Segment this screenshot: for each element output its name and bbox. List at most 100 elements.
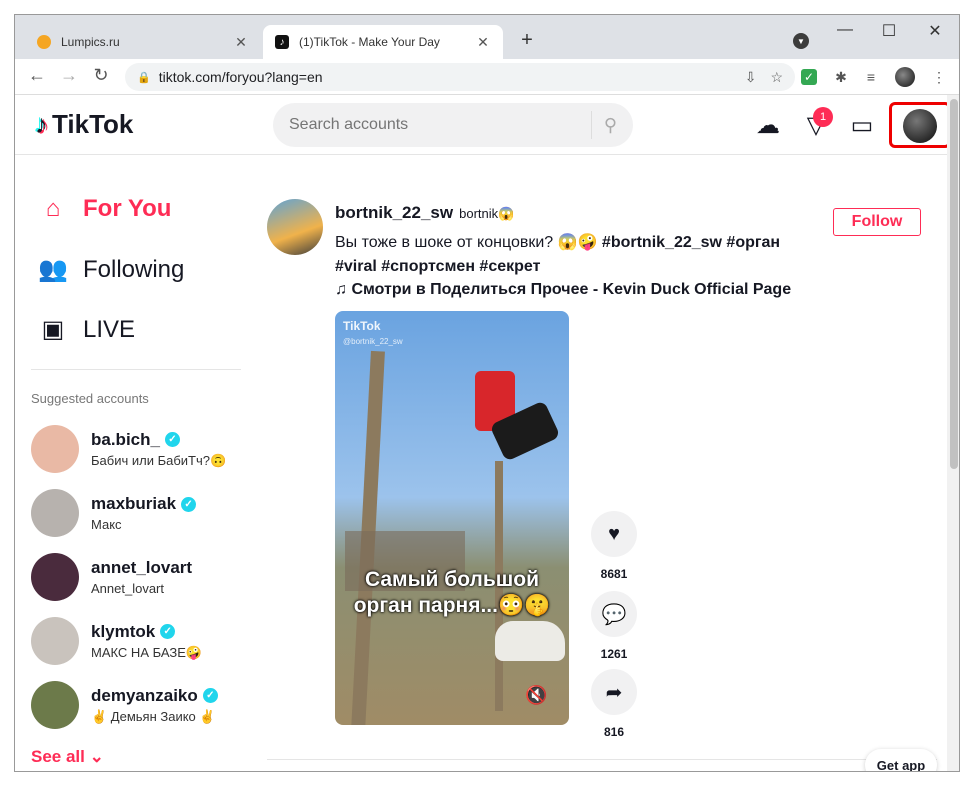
see-all-link[interactable]: See all ⌄: [31, 747, 104, 767]
tiktok-note-icon: ♪: [35, 109, 48, 139]
suggested-account[interactable]: annet_lovart Annet_lovart: [31, 549, 192, 605]
bookmark-star-icon[interactable]: ☆: [770, 69, 783, 86]
video-player[interactable]: TikTok @bortnik_22_sw Самый большой орга…: [335, 311, 569, 725]
suggested-account[interactable]: maxburiak ✓ Макс: [31, 485, 197, 541]
sidebar-item-for-you[interactable]: ⌂ For You: [35, 195, 172, 223]
post-author-avatar[interactable]: [267, 199, 323, 255]
account-username: klymtok: [91, 621, 156, 641]
suggested-account[interactable]: demyanzaiko ✓ ✌ Демьян Заико ✌: [31, 677, 218, 733]
close-tab-icon[interactable]: ✕: [475, 34, 491, 51]
minimize-button[interactable]: —: [823, 21, 867, 39]
menu-label: For You: [83, 195, 172, 222]
hashtags[interactable]: #bortnik_22_sw #орган: [602, 234, 780, 251]
home-icon: ⌂: [45, 195, 61, 222]
share-count: 816: [603, 725, 625, 739]
avatar: [31, 489, 79, 537]
share-arrow-icon: ➦: [605, 681, 623, 704]
account-username: annet_lovart: [91, 558, 193, 577]
maximize-button[interactable]: ☐: [867, 21, 911, 41]
logo-text: TikTok: [52, 109, 134, 139]
verified-icon: ✓: [202, 688, 218, 703]
install-app-icon[interactable]: ⇩: [745, 69, 757, 86]
get-app-button[interactable]: Get app: [865, 749, 937, 771]
post-music-link[interactable]: ♫ Смотри в Поделиться Прочее - Kevin Duc…: [335, 281, 791, 299]
browser-toolbar: ← → ↻ 🔒 tiktok.com/foryou?lang=en ⇩ ☆ ✓ …: [15, 59, 959, 95]
tiktok-favicon-icon: ♪: [275, 35, 289, 49]
scrollbar-thumb[interactable]: [950, 99, 958, 469]
browser-profile-avatar[interactable]: [895, 67, 915, 87]
address-bar[interactable]: 🔒 tiktok.com/foryou?lang=en ⇩ ☆: [125, 63, 795, 91]
search-icon[interactable]: ⚲: [604, 115, 617, 136]
feed: bortnik_22_sw bortnik😱 Follow Вы тоже в ш…: [265, 155, 947, 771]
tiktok-header: ♪ TikTok ⚲ ☁ ▽ 1 ▭: [15, 95, 951, 155]
like-count: 8681: [600, 567, 628, 581]
caption-line: Самый большой: [364, 568, 540, 591]
hashtags[interactable]: #viral #спортсмен #секрет: [335, 258, 540, 275]
upload-cloud-icon[interactable]: ☁: [753, 111, 783, 140]
account-username: demyanzaiko: [91, 685, 198, 705]
close-tab-icon[interactable]: ✕: [233, 34, 249, 51]
suggested-account[interactable]: klymtok ✓ МАКС НА БАЗЕ🤪: [31, 613, 202, 669]
caption-line: орган парня...😳🤫: [353, 594, 551, 617]
avatar: [31, 681, 79, 729]
verified-icon: ✓: [160, 624, 176, 639]
heart-icon: ♥: [608, 522, 620, 545]
tab-tiktok[interactable]: ♪ (1)TikTok - Make Your Day ✕: [263, 25, 503, 59]
tab-title: (1)TikTok - Make Your Day: [299, 35, 440, 49]
sidebar: ⌂ For You 👥 Following ▣ LIVE Suggested a…: [15, 155, 255, 771]
tiktok-logo[interactable]: ♪ TikTok: [35, 109, 133, 140]
account-nickname: Annet_lovart: [91, 581, 164, 596]
account-nickname: Макс: [91, 517, 122, 532]
share-button[interactable]: ➦: [591, 669, 637, 715]
extension-check-icon[interactable]: ✓: [801, 69, 817, 85]
browser-menu-icon[interactable]: ⋮: [929, 67, 949, 87]
search-divider: [590, 111, 592, 139]
verified-icon: ✓: [164, 432, 180, 447]
url-text: tiktok.com/foryou?lang=en: [158, 69, 323, 85]
feed-divider: [267, 759, 937, 760]
live-icon: ▣: [41, 316, 65, 343]
post-author[interactable]: bortnik_22_sw bortnik😱: [335, 203, 514, 223]
close-window-button[interactable]: ✕: [913, 21, 957, 41]
lock-icon: 🔒: [137, 71, 151, 84]
messages-icon[interactable]: ▭: [847, 111, 877, 140]
follow-button[interactable]: Follow: [833, 208, 921, 236]
account-nickname: Бабич или БабиТч?🙃: [91, 452, 227, 468]
menu-label: LIVE: [83, 315, 136, 343]
post-description: Вы тоже в шоке от концовки? 😱🤪 #bortnik_…: [335, 231, 815, 279]
reload-icon[interactable]: ↻: [89, 65, 113, 86]
comment-count: 1261: [600, 647, 628, 661]
tab-lumpics[interactable]: Lumpics.ru ✕: [25, 25, 261, 59]
suggested-heading: Suggested accounts: [31, 391, 149, 406]
comment-icon: 💬: [601, 603, 627, 626]
new-tab-button[interactable]: +: [515, 29, 539, 52]
back-arrow-icon[interactable]: ←: [25, 65, 49, 86]
sidebar-divider: [31, 369, 241, 370]
account-username: ba.bich_: [91, 429, 160, 449]
video-caption: Самый большой орган парня...😳🤫: [335, 567, 569, 619]
page-scrollbar[interactable]: [947, 95, 959, 771]
menu-label: Following: [83, 255, 185, 283]
video-sack: [495, 621, 565, 661]
verified-icon: ✓: [181, 496, 197, 512]
like-button[interactable]: ♥: [591, 511, 637, 557]
sidebar-item-following[interactable]: 👥 Following: [35, 255, 184, 284]
media-control-icon[interactable]: ≡: [861, 67, 881, 87]
people-icon: 👥: [38, 256, 68, 283]
tab-search-icon[interactable]: ▼: [793, 33, 809, 49]
lumpics-favicon-icon: [37, 35, 51, 49]
video-watermark: TikTok: [343, 319, 381, 333]
comment-button[interactable]: 💬: [591, 591, 637, 637]
post-nickname: bortnik😱: [459, 206, 515, 221]
tab-strip: Lumpics.ru ✕ ♪ (1)TikTok - Make Your Day…: [15, 15, 959, 59]
search-input[interactable]: [289, 116, 579, 134]
extensions-puzzle-icon[interactable]: ✱: [831, 67, 851, 87]
sidebar-item-live[interactable]: ▣ LIVE: [35, 315, 135, 344]
mute-icon[interactable]: 🔇: [525, 685, 547, 706]
post-username: bortnik_22_sw: [335, 203, 454, 222]
description-text: Вы тоже в шоке от концовки? 😱🤪: [335, 234, 602, 251]
avatar: [31, 425, 79, 473]
highlight-box: [889, 102, 951, 148]
suggested-account[interactable]: ba.bich_ ✓ Бабич или БабиТч?🙃: [31, 421, 226, 477]
forward-arrow-icon[interactable]: →: [57, 65, 81, 86]
